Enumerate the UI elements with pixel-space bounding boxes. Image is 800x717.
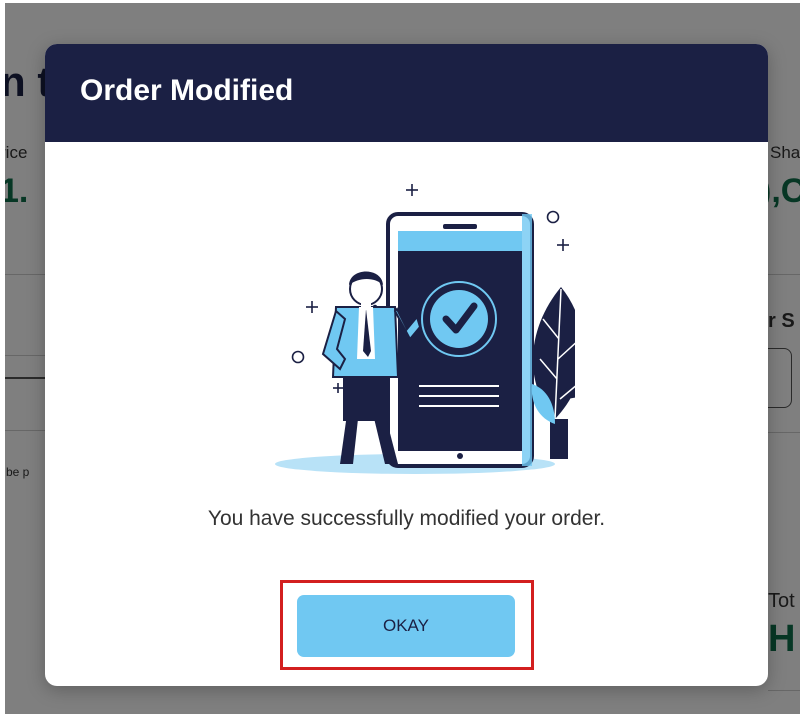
phone-speaker [443,224,477,229]
plant-illustration [531,287,623,459]
okay-button[interactable]: OKAY [297,595,515,657]
success-checkmark-icon [430,290,488,348]
phone-home-button [457,453,463,459]
dialog-header: Order Modified [45,44,768,142]
phone-top-bar [398,231,522,251]
success-message: You have successfully modified your orde… [207,507,606,530]
success-illustration [235,179,623,479]
dialog-title: Order Modified [80,74,294,107]
phone-side [522,214,532,466]
person-with-phone-illustration [275,184,623,474]
order-modified-dialog: Order Modified You have successfully mod… [45,44,768,686]
